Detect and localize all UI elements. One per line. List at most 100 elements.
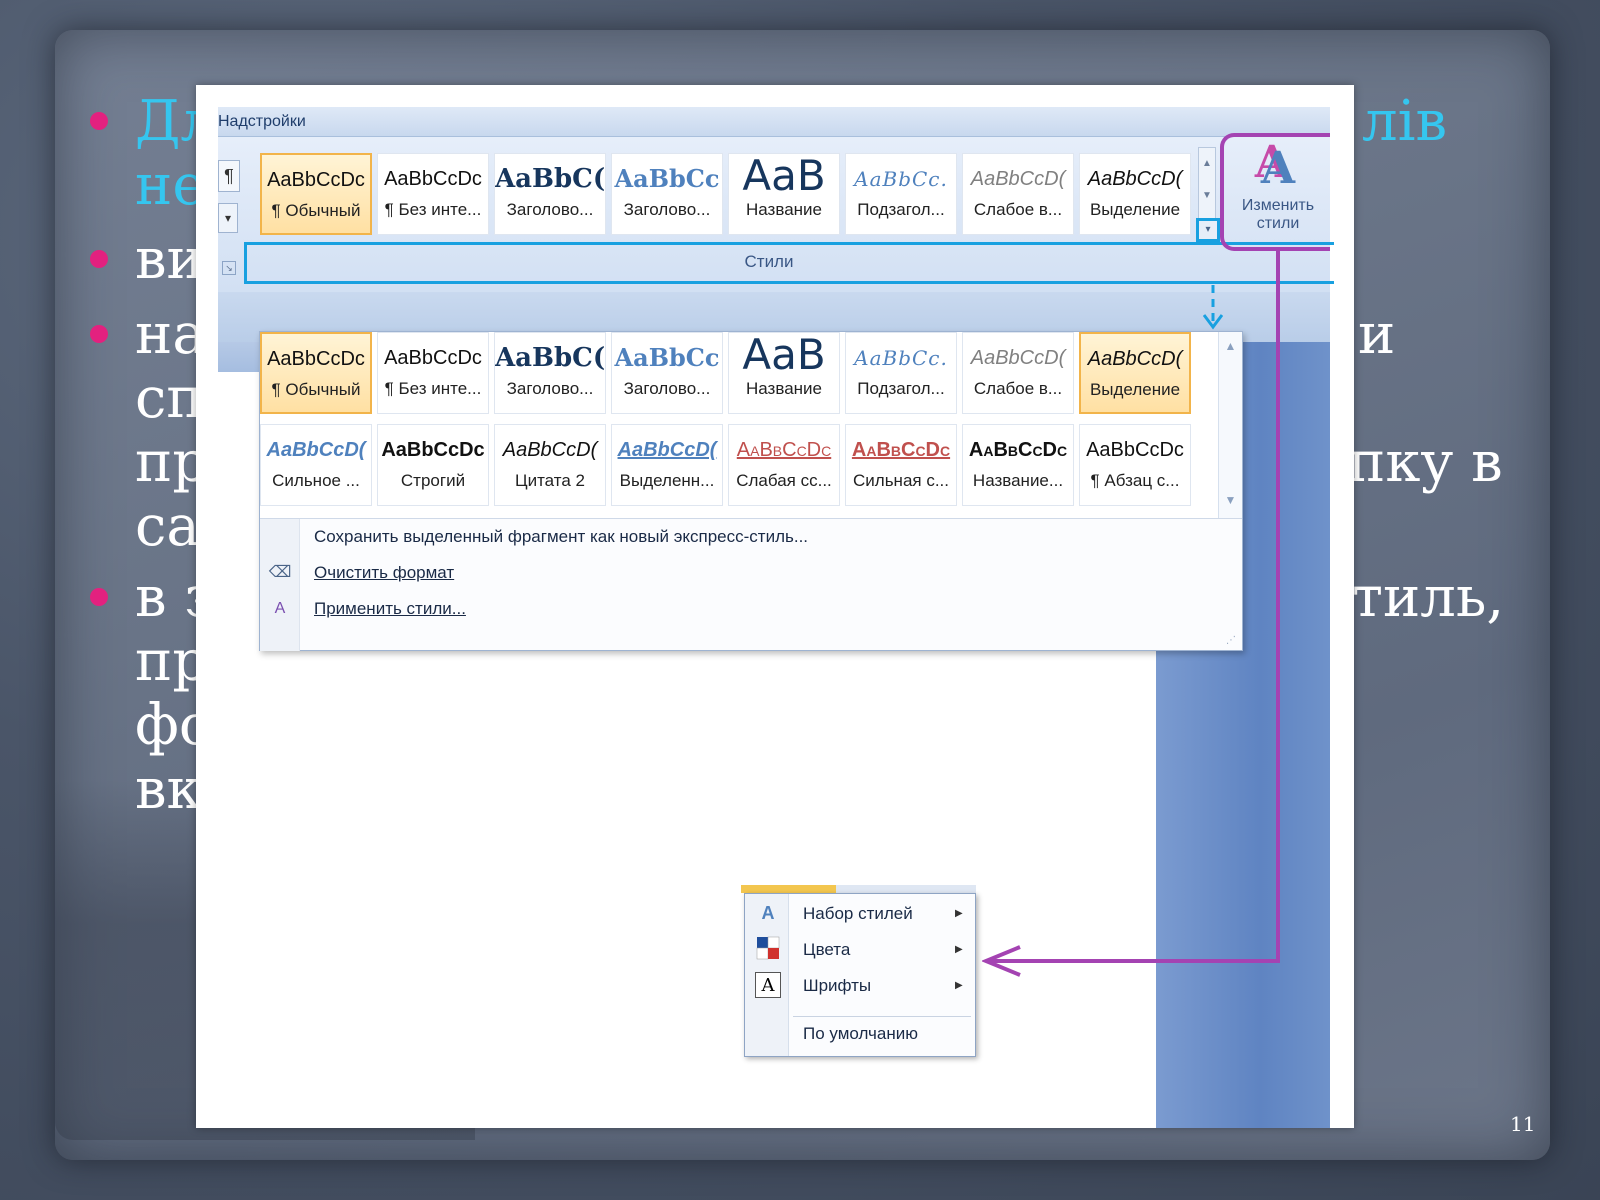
style-tile[interactable]: AaBbCcD(Слабое в... (962, 153, 1074, 235)
colors-icon (755, 936, 781, 962)
style-label: Выделение (1089, 200, 1181, 219)
bullet-3-right-line3: пку в (1348, 430, 1503, 495)
style-tile[interactable]: AaBbCcDc Название... (962, 424, 1074, 506)
apply-styles-item[interactable]: Применить стили... (314, 599, 466, 619)
style-tile[interactable]: AaBbCcD( Выделение (1079, 153, 1191, 235)
change-styles-icon: A (1260, 143, 1296, 194)
tab-addins[interactable]: Надстройки (218, 113, 306, 131)
style-label: ¶ Обычный (271, 380, 361, 399)
style-label: ¶ Абзац с... (1090, 471, 1180, 490)
clear-format-item[interactable]: Очистить формат (314, 563, 454, 583)
style-sample: AaBbCc (614, 343, 720, 372)
default-item[interactable]: По умолчанию (803, 1024, 918, 1044)
style-sample: AaBbCcDc (381, 439, 485, 461)
style-sample: AaBbCcD( (970, 168, 1066, 190)
style-label: Выделение (1089, 380, 1181, 399)
resize-grip-icon[interactable]: ⋰ (1226, 635, 1236, 646)
scroll-up-icon[interactable]: ▲ (1219, 332, 1242, 425)
slide-number: 11 (1510, 1112, 1536, 1136)
style-label: Заголово... (623, 379, 711, 398)
style-tile[interactable]: AaBbCc. Подзагол... (845, 332, 957, 414)
style-sample: AaBbCc (614, 164, 720, 193)
style-tile[interactable]: AaB Название (728, 332, 840, 414)
save-quick-style-item[interactable]: Сохранить выделенный фрагмент как новый … (314, 527, 808, 547)
dropdown-arrow-icon[interactable]: ▾ (218, 203, 238, 233)
bullet-3-left-line2: сп (135, 366, 204, 431)
submenu-arrow-icon: ▶ (955, 908, 963, 919)
style-tile[interactable]: AaBbCcDc Строгий (377, 424, 489, 506)
style-label: ¶ Без инте... (384, 379, 482, 398)
style-tile[interactable]: AaBbCcDc ¶ Обычный (260, 332, 372, 414)
gallery-more-button[interactable]: ▾ (1196, 218, 1220, 242)
style-label: Подзагол... (857, 200, 945, 219)
change-styles-menu: A Набор стилей ▶ Цвета ▶ A Шрифты ▶ По у… (744, 893, 976, 1057)
style-label: Сильная с... (853, 471, 949, 490)
style-tile[interactable]: AaBbCcDc Сильная с... (845, 424, 957, 506)
style-tile[interactable]: AaB Название (728, 153, 840, 235)
style-sample: AaBbCc. (854, 346, 948, 370)
dropdown-scrollbar[interactable]: ▲ ▼ (1218, 332, 1242, 518)
style-tile[interactable]: AaBbCc. Подзагол... (845, 153, 957, 235)
style-label: Сильное ... (272, 471, 360, 490)
fonts-item[interactable]: Шрифты (803, 976, 871, 996)
scroll-down-icon[interactable]: ▼ (1219, 425, 1242, 518)
style-tile[interactable]: AaBbCcDc ¶ Обычный (260, 153, 372, 235)
connector-horizontal (1020, 959, 1280, 963)
style-label: Название... (972, 471, 1064, 490)
style-tile[interactable]: AaBbCcDc ¶ Без инте... (377, 332, 489, 414)
paragraph-mark-button[interactable]: ¶ (218, 160, 240, 192)
style-sample: AaBbCcD( (970, 347, 1066, 369)
style-tile[interactable]: AaBbCcD( Слабое в... (962, 332, 1074, 414)
change-styles-button[interactable]: A Изменить стили (1228, 141, 1328, 245)
style-tile[interactable]: AaBbCc Заголово... (611, 153, 723, 235)
ribbon-tab-strip: Надстройки (218, 107, 1330, 137)
style-sample: AaBbCcD( (502, 439, 598, 461)
bullet-3-right: и (1358, 302, 1396, 367)
style-sample: AaBbCcD( (266, 439, 366, 461)
bullet-dot (90, 250, 108, 268)
style-label: Заголово... (623, 200, 711, 219)
style-tile[interactable]: AaBbC( Заголово... (494, 153, 606, 235)
style-sample: AaBbCcDc (851, 439, 951, 461)
style-sample: AaBbCcD( (617, 439, 717, 461)
dialog-launcher-icon[interactable]: ↘ (222, 261, 236, 275)
fonts-icon: A (755, 972, 781, 998)
style-label: ¶ Обычный (271, 201, 361, 220)
style-label: Название (746, 379, 822, 398)
style-tile[interactable]: AaBbCc Заголово... (611, 332, 723, 414)
style-sample: AaBbCc. (854, 167, 948, 191)
style-sample: AaBbCcDc (267, 169, 365, 191)
style-label: Выделенн... (619, 471, 715, 490)
style-set-icon: A (761, 903, 775, 923)
bullet-4-right: тиль, (1352, 565, 1505, 630)
submenu-arrow-icon: ▶ (955, 944, 963, 955)
bullet-1-right: лів (1362, 89, 1448, 154)
style-tile[interactable]: AaBbCcDc Слабая сс... (728, 424, 840, 506)
clear-format-icon: ⌫ (268, 564, 292, 581)
change-styles-label-2: стили (1256, 215, 1300, 232)
style-tile[interactable]: AaBbCcD(Выделение (1079, 332, 1191, 414)
style-tile[interactable]: AaBbCcDc ¶ Без инте... (377, 153, 489, 235)
style-tile[interactable]: AaBbCcDc ¶ Абзац с... (1079, 424, 1191, 506)
style-tile[interactable]: AaBbCcD(Цитата 2 (494, 424, 606, 506)
style-tile[interactable]: AaBbCcD( Сильное ... (260, 424, 372, 506)
style-label: Заголово... (506, 200, 594, 219)
scroll-up-icon[interactable]: ▲ (1199, 148, 1215, 180)
style-set-item[interactable]: Набор стилей (803, 904, 913, 924)
colors-item[interactable]: Цвета (803, 940, 850, 960)
style-sample: AaB (742, 154, 826, 200)
style-label: Слабое в... (973, 379, 1063, 398)
style-sample: AaBbCcD( (1087, 168, 1183, 190)
style-tile[interactable]: AaBbCcD( Выделенн... (611, 424, 723, 506)
style-sample: AaBbCcDc (267, 348, 365, 370)
style-label: Строгий (400, 471, 466, 490)
scroll-down-icon[interactable]: ▼ (1199, 180, 1215, 212)
menu-icon-column (260, 519, 300, 651)
style-sample: AaBbCcDc (384, 347, 482, 369)
style-sample: AaB (742, 333, 826, 379)
style-label: ¶ Без инте... (384, 200, 482, 219)
menu-separator (793, 1016, 971, 1017)
bullet-1-left-line2: не (135, 153, 206, 218)
style-sample: AaBbC( (495, 164, 605, 194)
style-tile[interactable]: AaBbC(Заголово... (494, 332, 606, 414)
